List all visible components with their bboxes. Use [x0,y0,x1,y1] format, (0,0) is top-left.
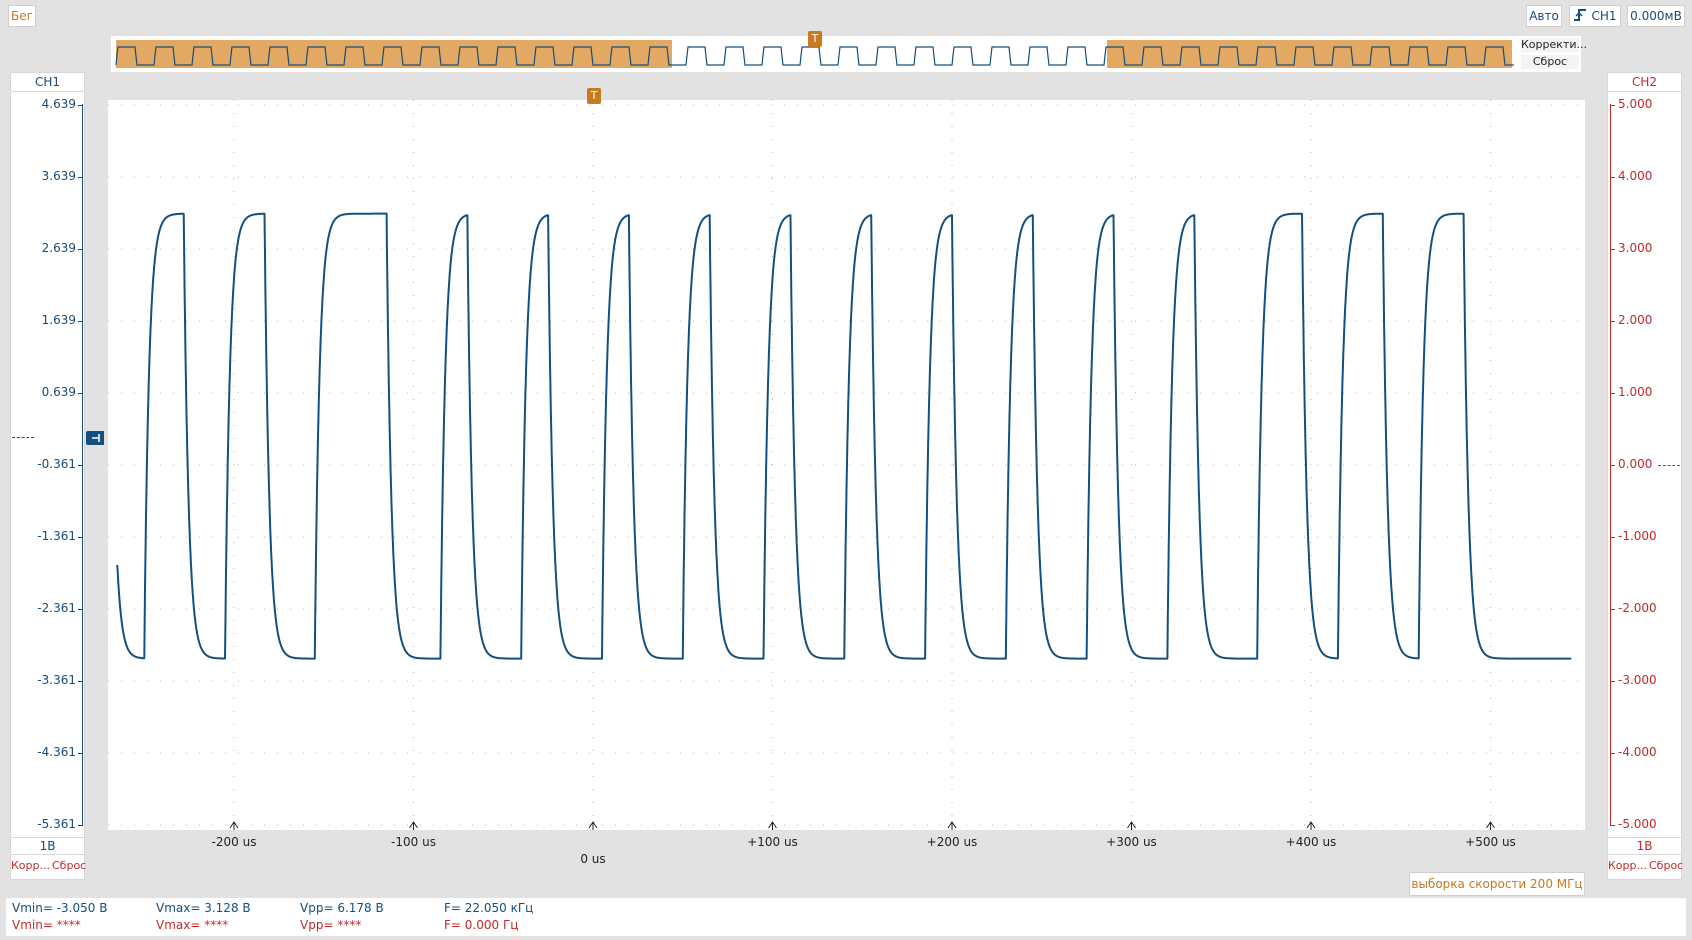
ch1-tick-label: 1.639 [41,313,76,327]
ch1-tick-mark [78,105,83,106]
ch2-tick-mark [1610,681,1615,682]
ch1-tick-label: 0.639 [41,385,76,399]
ch1-tick-mark [78,537,83,538]
x-tick-label: +500 us [1465,835,1516,849]
ch2-tick-label: -3.000 [1618,673,1657,687]
ch1-vmin: Vmin= -3.050 В [12,901,108,915]
trigger-channel-button[interactable]: CH1 [1569,5,1621,27]
ch1-offset-dashes [12,437,34,438]
trigger-channel-label: CH1 [1591,9,1617,23]
ch2-tick-label: -2.000 [1618,601,1657,615]
x-tick-arrow [947,821,957,830]
x-tick-arrow [1306,821,1316,830]
ch1-tick-mark [78,825,83,826]
ch2-tick-mark [1610,393,1615,394]
ch1-tick-label: -5.361 [37,817,76,831]
offset-arrow-icon [92,434,100,442]
ch2-tick-mark [1610,753,1615,754]
ch2-vmin: Vmin= **** [12,918,81,932]
ch1-correct-link[interactable]: Корр... [11,859,50,872]
x-tick-label: +100 us [747,835,798,849]
ch1-tick-label: 2.639 [41,241,76,255]
ch2-tick-mark [1610,177,1615,178]
measurement-bar: Vmin= -3.050 В Vmax= 3.128 В Vpp= 6.178 … [6,898,1686,936]
ch2-tick-label: 5.000 [1618,97,1653,111]
ch2-vmax: Vmax= **** [156,918,229,932]
ch2-tick-mark [1610,249,1615,250]
ch1-tick-label: -1.361 [37,529,76,543]
x-tick-label: -100 us [391,835,436,849]
ch1-tick-mark [78,177,83,178]
ch2-tick-label: 2.000 [1618,313,1653,327]
waveform-plot [108,100,1585,830]
ch2-tick-mark [1610,321,1615,322]
ch1-tick-mark [78,321,83,322]
ch2-tick-mark [1610,105,1615,106]
overview-trigger-marker[interactable]: T [808,31,822,47]
ch1-tick-mark [78,249,83,250]
ch1-tick-mark [78,681,83,682]
ch2-tick-mark [1610,537,1615,538]
ch2-tick-label: -4.000 [1618,745,1657,759]
overview-strip[interactable]: Корректи... Сброс [111,36,1587,72]
ch2-vpp: Vpp= **** [300,918,362,932]
rising-edge-icon [1573,8,1587,25]
ch2-tick-label: 0.000 [1618,457,1653,471]
ch2-offset-dashes [1658,465,1680,466]
x-tick-label: +300 us [1106,835,1157,849]
trigger-level-button[interactable]: 0.000мВ [1627,5,1685,27]
ch1-tick-label: 3.639 [41,169,76,183]
ch1-title[interactable]: CH1 [10,72,85,92]
plot-area[interactable] [108,100,1585,830]
run-status-button[interactable]: Бег [8,5,36,27]
ch1-tick-label: 4.639 [41,97,76,111]
x-tick-label: -200 us [211,835,257,849]
ch2-tick-mark [1610,609,1615,610]
ch2-tick-label: 4.000 [1618,169,1653,183]
sample-rate-label: выборка скорости 200 МГц [1409,872,1585,896]
overview-correct-button[interactable]: Корректи... [1521,38,1587,52]
ch2-scale-button[interactable]: 1В [1607,837,1682,855]
ch2-correct-link[interactable]: Корр... [1608,859,1647,872]
ch2-tick-label: 1.000 [1618,385,1653,399]
ch1-vpp: Vpp= 6.178 В [300,901,384,915]
ch2-tick-label: -1.000 [1618,529,1657,543]
ch2-tick-mark [1610,825,1615,826]
overview-reset-button[interactable]: Сброс [1521,55,1579,69]
x-tick-label: +200 us [926,835,978,849]
ch1-tick-mark [78,753,83,754]
ch1-tick-label: -4.361 [37,745,76,759]
trigger-mode-button[interactable]: Авто [1526,5,1562,27]
x-tick-arrow [588,821,598,830]
x-tick-arrow [229,821,239,830]
ch1-vmax: Vmax= 3.128 В [156,901,251,915]
ch1-freq: F= 22.050 кГц [444,901,534,915]
ch1-tick-mark [78,465,83,466]
x-tick-label: 0 us [580,852,606,866]
ch2-tick-mark [1610,465,1615,466]
ch1-tick-label: -0.361 [37,457,76,471]
plot-trigger-marker[interactable]: T [587,88,601,104]
ch1-tick-mark [78,393,83,394]
ch2-title[interactable]: CH2 [1607,72,1682,92]
ch1-tick-mark [78,609,83,610]
x-tick-arrow [409,821,418,830]
x-tick-arrow [768,821,777,830]
x-tick-label: +400 us [1285,835,1337,849]
ch1-scale-button[interactable]: 1В [10,837,85,855]
ch1-tick-label: -2.361 [37,601,76,615]
ch2-tick-label: 3.000 [1618,241,1653,255]
ch1-offset-handle[interactable] [86,431,104,445]
ch2-reset-link[interactable]: Сброс [1649,859,1683,872]
x-tick-arrow [1127,821,1136,830]
ch1-reset-link[interactable]: Сброс [52,859,86,872]
ch2-freq: F= 0.000 Гц [444,918,519,932]
ch1-tick-label: -3.361 [37,673,76,687]
ch2-tick-label: -5.000 [1618,817,1657,831]
x-tick-arrow [1486,821,1495,830]
